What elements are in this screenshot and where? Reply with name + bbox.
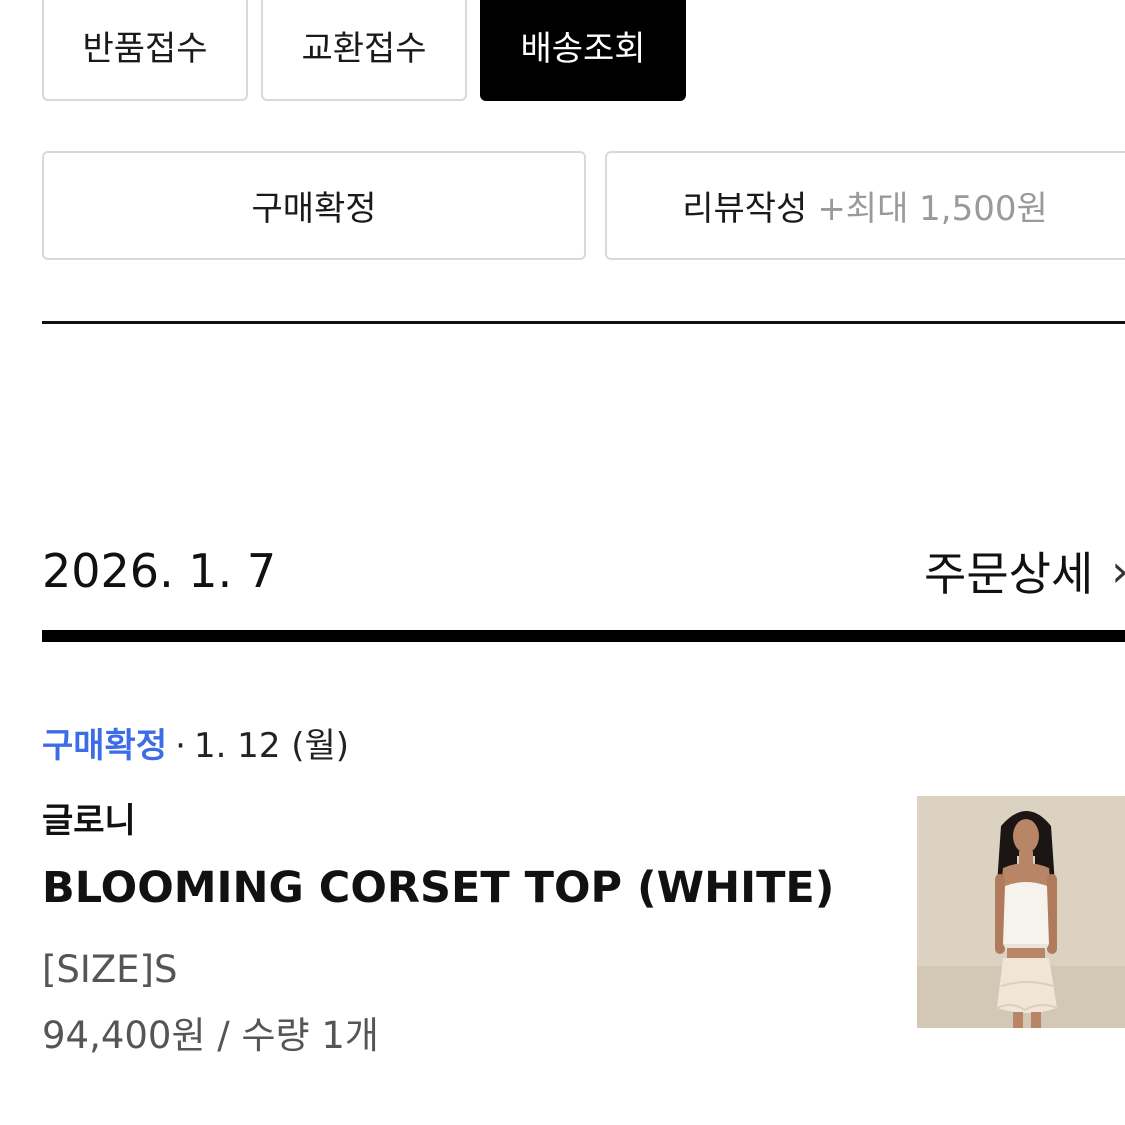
product-thumbnail[interactable] [917,796,1125,1028]
delivery-tracking-button[interactable]: 배송조회 [480,0,686,101]
order-date: 2026. 1. 7 [42,544,277,598]
return-request-label: 반품접수 [82,29,208,69]
brand-name[interactable]: 글로니 [42,798,136,844]
order-header-divider [42,630,1125,642]
purchase-confirm-label: 구매확정 [251,189,377,229]
review-reward-text: +최대 1,500원 [817,189,1048,229]
product-name[interactable]: BLOOMING CORSET TOP (WHITE) [42,858,834,918]
write-review-button[interactable]: 리뷰작성 +최대 1,500원 [605,151,1125,260]
status-date: 1. 12 (월) [193,726,350,766]
product-photo-icon [917,796,1125,1028]
section-divider [42,321,1125,324]
chevron-right-icon: › [1111,546,1125,597]
write-review-label: 리뷰작성 [682,189,808,229]
return-request-button[interactable]: 반품접수 [42,0,248,101]
product-option: [SIZE]S [42,948,178,991]
status-separator: · [175,726,186,766]
exchange-request-label: 교환접수 [301,29,427,69]
order-detail-link[interactable]: 주문상세 › [924,540,1125,602]
status-badge: 구매확정 [42,726,168,766]
delivery-tracking-label: 배송조회 [520,29,646,69]
purchase-confirm-button[interactable]: 구매확정 [42,151,586,260]
exchange-request-button[interactable]: 교환접수 [261,0,467,101]
order-detail-label: 주문상세 [924,547,1094,601]
product-price-quantity: 94,400원 / 수량 1개 [42,1014,379,1057]
item-status-line: 구매확정 · 1. 12 (월) [42,722,349,770]
